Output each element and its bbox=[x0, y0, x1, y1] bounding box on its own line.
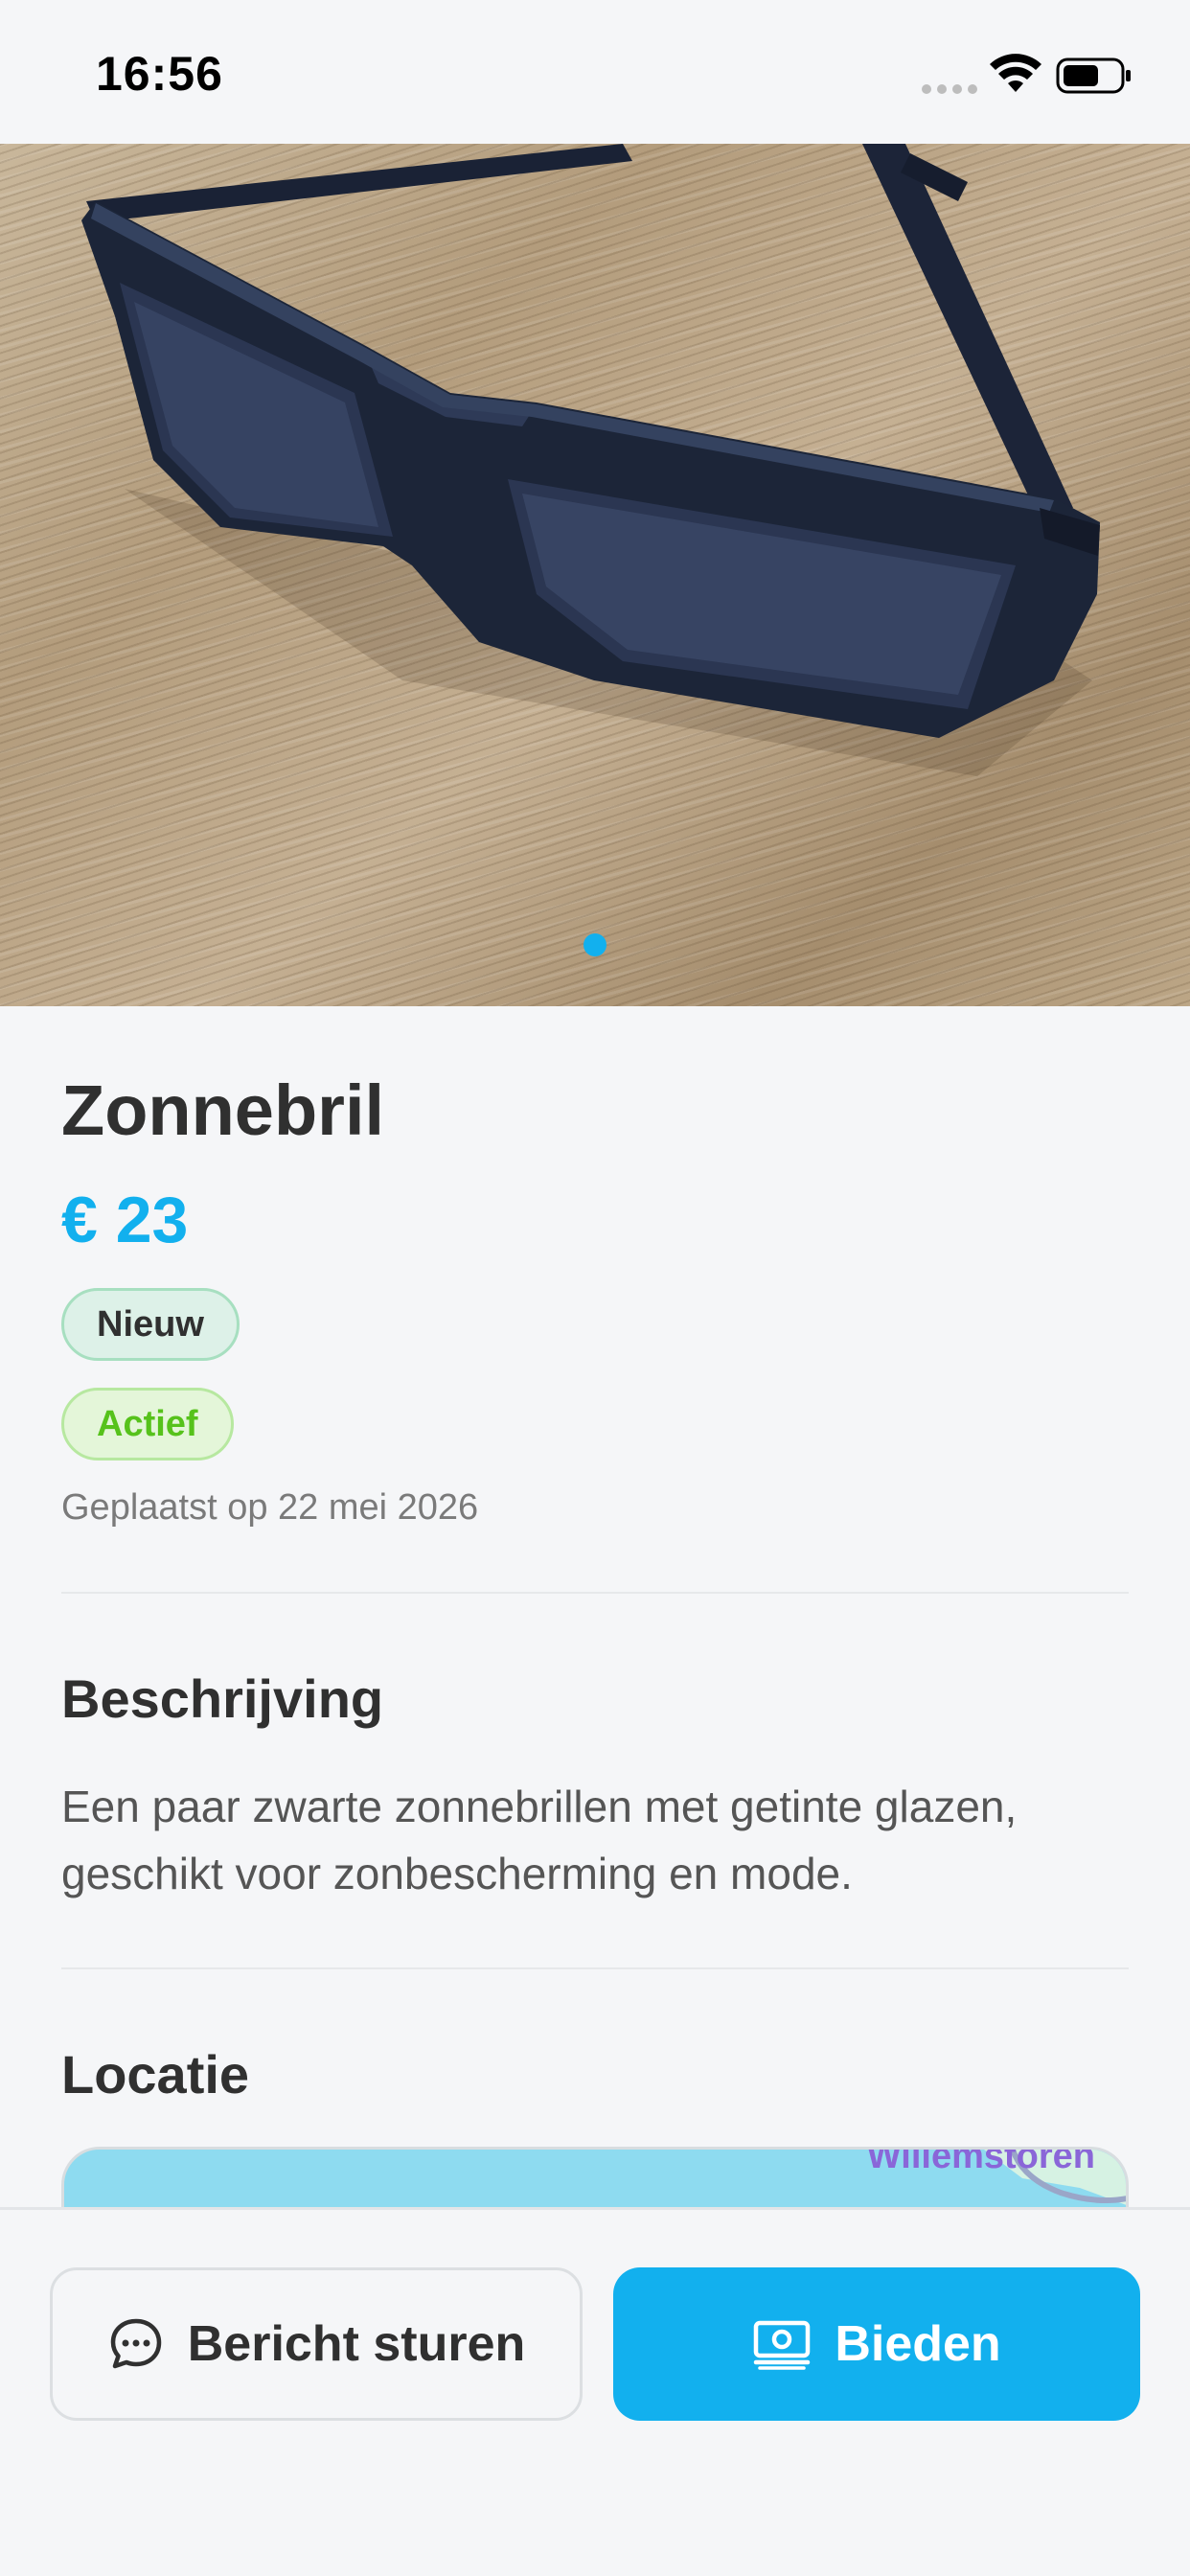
listing-title: Zonnebril bbox=[61, 1070, 385, 1150]
divider bbox=[61, 1592, 1129, 1594]
posted-date: Geplaatst op 22 mei 2026 bbox=[61, 1487, 479, 1528]
listing-price: € 23 bbox=[61, 1184, 189, 1256]
carousel-page-indicator[interactable] bbox=[584, 933, 606, 956]
status-time: 16:56 bbox=[96, 47, 223, 101]
sunglasses-image bbox=[81, 144, 1100, 776]
divider bbox=[61, 1967, 1129, 1969]
make-offer-button[interactable]: Bieden bbox=[613, 2267, 1140, 2421]
send-message-button[interactable]: Bericht sturen bbox=[50, 2267, 583, 2421]
location-heading: Locatie bbox=[61, 2044, 250, 2104]
condition-badge: Nieuw bbox=[61, 1288, 240, 1361]
description-text: Een paar zwarte zonnebrillen met getinte… bbox=[61, 1782, 1018, 1898]
map-place-label: Willemstoren bbox=[866, 2147, 1095, 2176]
status-badge: Actief bbox=[61, 1388, 234, 1460]
cellular-signal-icon bbox=[922, 84, 977, 94]
send-message-label: Bericht sturen bbox=[187, 2316, 526, 2372]
banknote-icon bbox=[754, 2320, 811, 2370]
wifi-icon bbox=[990, 54, 1041, 92]
status-bar: 16:56 bbox=[0, 0, 1190, 144]
make-offer-label: Bieden bbox=[835, 2316, 1001, 2372]
bottom-action-bar: Bericht sturen Bieden bbox=[0, 2207, 1190, 2576]
battery-icon bbox=[1056, 58, 1131, 94]
listing-photo[interactable] bbox=[0, 144, 1190, 1006]
description-heading: Beschrijving bbox=[61, 1668, 384, 1729]
chat-bubble-icon bbox=[110, 2318, 161, 2369]
